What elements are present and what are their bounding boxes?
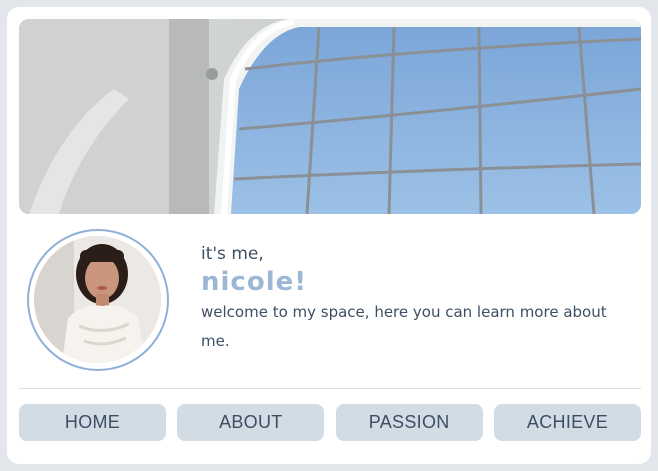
intro-section: it's me, nicole! welcome to my space, he… — [201, 243, 621, 356]
nav-bar: HOME ABOUT PASSION ACHIEVE — [19, 404, 641, 441]
avatar — [34, 236, 161, 363]
nav-passion-button[interactable]: PASSION — [335, 404, 483, 441]
nav-about-button[interactable]: ABOUT — [177, 404, 325, 441]
profile-name: nicole! — [201, 267, 308, 297]
divider — [19, 388, 641, 389]
avatar-frame — [27, 229, 169, 371]
banner-image — [19, 19, 641, 214]
welcome-text: welcome to my space, here you can learn … — [201, 303, 607, 350]
greeting-text: it's me, — [201, 244, 264, 264]
profile-card: it's me, nicole! welcome to my space, he… — [7, 7, 651, 464]
nav-home-button[interactable]: HOME — [19, 404, 166, 441]
nav-achieve-button[interactable]: ACHIEVE — [493, 404, 641, 441]
